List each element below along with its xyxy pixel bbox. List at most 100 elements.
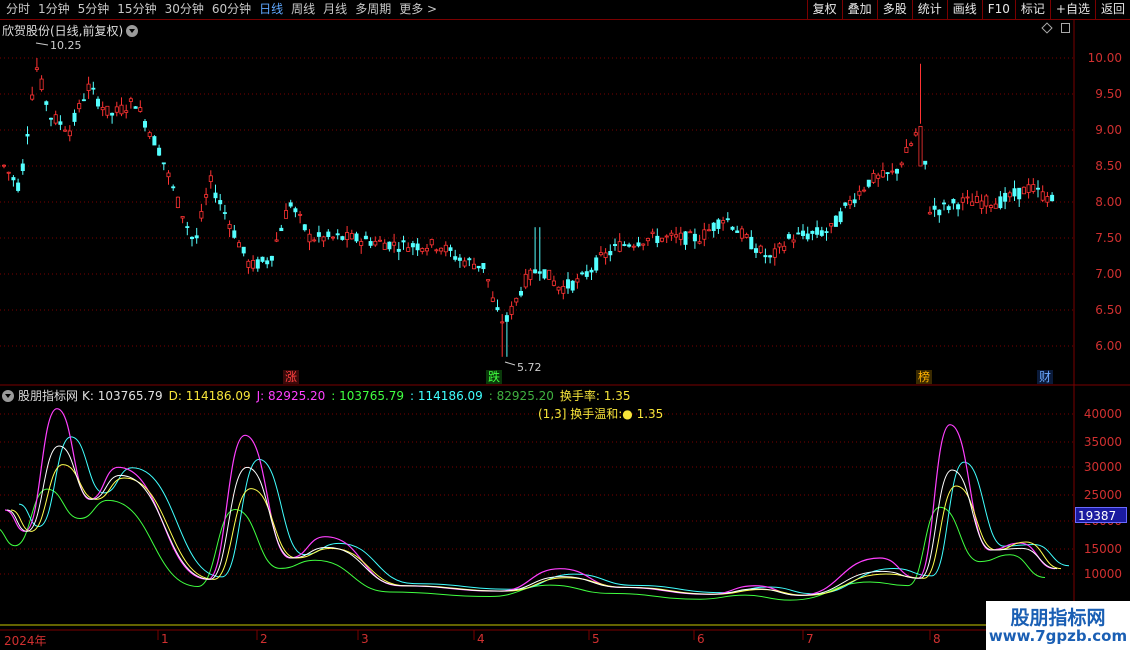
candle-up-body [199, 211, 204, 219]
candle-down-body [504, 315, 509, 322]
candle-down-body [448, 247, 453, 251]
price-tick: 10.00 [1087, 51, 1122, 65]
candle-up-body [119, 104, 124, 115]
event-marker-2[interactable]: 榜 [916, 370, 933, 384]
candle-up-body [63, 129, 68, 132]
month-label: 4 [477, 632, 485, 646]
candle-up-body [984, 195, 989, 207]
candle-up-body [443, 244, 448, 253]
watermark-url: www.7gpzb.com [988, 627, 1128, 645]
candle-down-body [956, 204, 961, 210]
candle-up-body [227, 224, 232, 229]
candle-down-body [786, 234, 791, 239]
dropdown-icon[interactable] [2, 390, 14, 402]
candle-up-body [641, 243, 646, 246]
candle-up-body [105, 105, 110, 116]
candle-up-body [575, 278, 580, 283]
series-line-3 [0, 488, 1046, 601]
candle-up-body [298, 213, 303, 216]
candle-down-body [476, 265, 481, 269]
candle-down-body [142, 121, 147, 128]
candle-up-body [373, 240, 378, 246]
candle-down-body [1003, 192, 1008, 202]
price-panel-title[interactable]: 欣贺股份(日线,前复权) [2, 22, 139, 39]
indicator-tick: 15000 [1083, 542, 1122, 556]
candle-up-body [53, 114, 58, 124]
candle-down-body [946, 206, 951, 210]
candle-down-body [932, 205, 937, 210]
event-marker-3[interactable]: 财 [1037, 370, 1054, 384]
candle-up-body [424, 247, 429, 252]
candle-down-body [730, 226, 735, 230]
month-label: 2024年 [4, 634, 47, 648]
candle-down-body [269, 255, 274, 261]
candle-down-body [951, 199, 956, 204]
candle-up-body [462, 260, 467, 267]
candle-down-body [749, 236, 754, 250]
candle-down-body [852, 199, 857, 204]
candle-down-body [622, 244, 627, 246]
candle-up-body [880, 170, 885, 178]
candle-down-body [566, 279, 571, 289]
candle-up-body [509, 305, 514, 315]
candle-down-body [363, 235, 368, 240]
indicator-title[interactable]: 股朋指标网 K: 103765.79 D: 114186.09 J: 82925.20… [2, 387, 637, 404]
candle-down-body [152, 136, 157, 146]
month-label: 6 [697, 632, 705, 646]
candle-up-body [617, 241, 622, 252]
candle-up-body [598, 252, 603, 256]
candle-down-body [279, 227, 284, 232]
candle-down-body [1017, 187, 1022, 200]
candle-up-body [899, 162, 904, 166]
candle-up-body [702, 229, 707, 240]
candle-up-body [77, 103, 82, 110]
window-icon[interactable] [1061, 23, 1070, 33]
month-label: 1 [161, 632, 169, 646]
candle-up-body [848, 200, 853, 206]
series-line-2 [18, 436, 1070, 595]
candle-up-body [890, 170, 895, 173]
watermark-logo: 股朋指标网 www.7gpzb.com [986, 601, 1130, 650]
candle-down-body [754, 248, 759, 253]
candle-down-body [1012, 188, 1017, 197]
candle-down-body [998, 196, 1003, 209]
candle-up-body [1031, 184, 1036, 192]
candle-down-body [542, 269, 547, 279]
candle-up-body [166, 172, 171, 178]
candle-down-body [683, 231, 688, 245]
candle-down-body [91, 87, 96, 90]
candle-down-body [580, 272, 585, 275]
event-marker-0[interactable]: 涨 [283, 370, 300, 384]
d-value: D: 114186.09 [168, 389, 251, 403]
candle-down-body [467, 258, 472, 261]
candle-down-body [838, 211, 843, 223]
candle-down-body [316, 232, 321, 237]
candle-down-body [161, 162, 166, 165]
price-tick: 8.00 [1095, 195, 1122, 209]
candle-down-body [410, 243, 415, 248]
chart-canvas[interactable]: 10.25 5.72 [0, 0, 1130, 650]
candle-up-body [669, 232, 674, 236]
candle-up-body [321, 236, 326, 242]
candle-down-body [415, 243, 420, 251]
dropdown-icon[interactable] [126, 25, 139, 37]
candle-down-body [72, 112, 77, 122]
candle-up-body [283, 210, 288, 219]
candle-up-body [345, 232, 350, 240]
candle-up-body [547, 269, 552, 280]
candle-down-body [519, 290, 524, 296]
candle-down-body [44, 101, 49, 105]
event-marker-1[interactable]: 跌 [486, 370, 503, 384]
candle-up-body [1026, 184, 1031, 193]
candle-down-body [213, 192, 218, 199]
candle-down-body [636, 242, 641, 247]
candle-up-body [772, 248, 777, 258]
candle-up-body [382, 242, 387, 250]
j-line [4, 408, 1056, 596]
candle-down-body [570, 280, 575, 291]
candle-down-body [824, 231, 829, 233]
candle-up-body [739, 228, 744, 239]
candle-down-body [735, 230, 740, 233]
candle-up-body [721, 220, 726, 224]
candle-up-body [631, 245, 636, 248]
